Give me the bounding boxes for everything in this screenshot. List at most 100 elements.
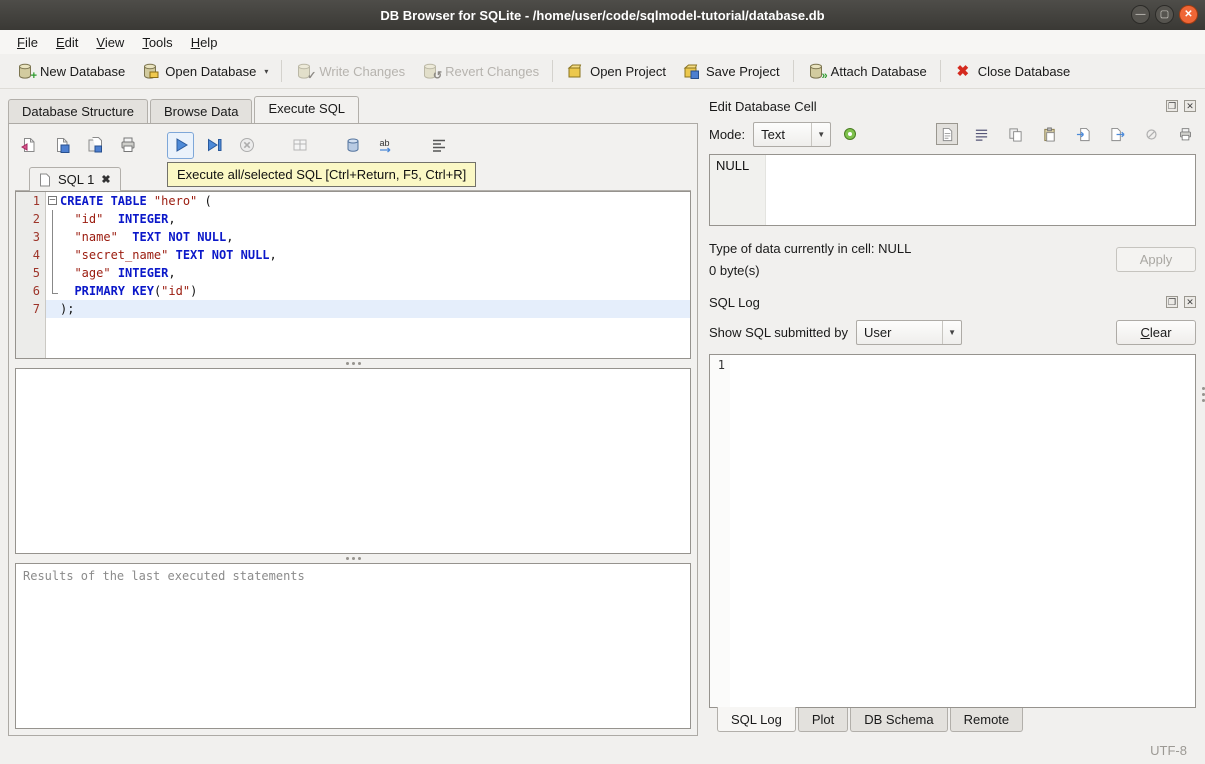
print-icon[interactable] — [114, 132, 141, 159]
copy-icon[interactable] — [1004, 123, 1026, 145]
line-number: 3 — [16, 228, 46, 246]
sql-log-filter-select[interactable]: User ▼ — [855, 319, 962, 345]
code-text: CREATE TABLE "hero" ( — [60, 194, 212, 208]
execute-sql-panel: ab Execute all/selected SQL [Ctrl+Return… — [8, 123, 698, 736]
line-number: 7 — [16, 300, 46, 318]
chevron-down-icon: ▼ — [811, 122, 830, 146]
line-number: 6 — [16, 282, 46, 300]
word-wrap-icon[interactable] — [970, 123, 992, 145]
open-project-button[interactable]: Open Project — [558, 58, 674, 84]
menu-file[interactable]: File — [8, 32, 47, 53]
revert-changes-label: Revert Changes — [445, 63, 540, 79]
mode-label: Mode: — [709, 126, 746, 142]
svg-text:ab: ab — [379, 138, 389, 148]
attach-database-button[interactable]: » Attach Database — [799, 58, 935, 84]
execute-all-icon[interactable] — [167, 131, 194, 159]
sql-tab-close-icon[interactable]: ✖ — [101, 173, 110, 186]
results-grid[interactable] — [15, 368, 691, 554]
save-project-icon — [682, 62, 700, 80]
tab-sql-log[interactable]: SQL Log — [717, 707, 796, 732]
window-controls: — ▢ ✕ — [1131, 5, 1198, 24]
editor-line[interactable]: 6 PRIMARY KEY("id") — [16, 282, 690, 300]
save-sql-file-icon[interactable] — [48, 132, 75, 159]
save-sql-file-as-icon[interactable] — [81, 132, 108, 159]
code-text: "name" TEXT NOT NULL, — [74, 230, 234, 244]
splitter-handle[interactable] — [15, 359, 691, 368]
open-sql-file-icon[interactable] — [15, 132, 42, 159]
close-database-button[interactable]: ✖ Close Database — [946, 58, 1079, 84]
editor-line[interactable]: 4 "secret_name" TEXT NOT NULL, — [16, 246, 690, 264]
find-replace-icon[interactable]: ab — [372, 132, 399, 159]
dock-close-icon[interactable]: ✕ — [1184, 100, 1196, 112]
fold-marker — [46, 210, 60, 228]
text-view-icon[interactable] — [936, 123, 958, 145]
export-icon[interactable] — [1106, 123, 1128, 145]
status-bar: UTF-8 — [0, 736, 1205, 764]
tab-db-schema[interactable]: DB Schema — [850, 708, 948, 732]
dock-float-icon[interactable]: ❐ — [1166, 100, 1178, 112]
menu-tools[interactable]: Tools — [133, 32, 181, 53]
menu-edit[interactable]: Edit — [47, 32, 87, 53]
editor-line[interactable]: 5 "age" INTEGER, — [16, 264, 690, 282]
paste-icon[interactable] — [1038, 123, 1060, 145]
code-text: PRIMARY KEY("id") — [74, 284, 198, 298]
execution-log-placeholder: Results of the last executed statements — [23, 569, 305, 583]
sql-editor-empty[interactable] — [16, 318, 690, 358]
menu-bar: File Edit View Tools Help — [0, 30, 1205, 54]
write-changes-icon: ✓ — [295, 62, 316, 82]
close-database-label: Close Database — [977, 63, 1071, 79]
close-icon[interactable]: ✕ — [1179, 5, 1198, 24]
main-area: Database Structure Browse Data Execute S… — [0, 89, 1205, 736]
maximize-icon[interactable]: ▢ — [1155, 5, 1174, 24]
menu-help[interactable]: Help — [182, 32, 227, 53]
editor-line[interactable]: 1– CREATE TABLE "hero" ( — [16, 192, 690, 210]
main-toolbar: + New Database Open Database ▾ ✓ Write C… — [0, 54, 1205, 89]
execution-log[interactable]: Results of the last executed statements — [15, 563, 691, 729]
tab-browse-data[interactable]: Browse Data — [150, 99, 253, 123]
cell-size-text: 0 byte(s) — [709, 262, 760, 278]
mode-value: Text — [761, 126, 785, 142]
sql-tab[interactable]: SQL 1 ✖ — [29, 167, 121, 191]
tab-remote[interactable]: Remote — [949, 708, 1024, 732]
sql-log-area[interactable]: 1 — [709, 354, 1196, 708]
splitter-handle[interactable] — [15, 554, 691, 563]
line-number: 1 — [16, 192, 46, 210]
toolbar-separator — [939, 60, 941, 82]
menu-view[interactable]: View — [87, 32, 133, 53]
dock-close-icon[interactable]: ✕ — [1184, 296, 1196, 308]
chevron-down-icon[interactable]: ▾ — [264, 67, 268, 76]
format-sql-icon[interactable] — [425, 132, 452, 159]
execute-line-icon[interactable] — [200, 132, 227, 159]
tab-plot[interactable]: Plot — [797, 708, 849, 732]
auto-detect-icon[interactable] — [839, 123, 861, 145]
tab-database-structure[interactable]: Database Structure — [8, 99, 149, 123]
line-number: 4 — [16, 246, 46, 264]
fold-marker[interactable]: – — [46, 192, 60, 210]
mode-select[interactable]: Text ▼ — [753, 121, 832, 147]
print-icon[interactable] — [1174, 123, 1196, 145]
cell-type-text: Type of data currently in cell: NULL — [709, 240, 912, 256]
cell-value-editor[interactable]: NULL — [709, 154, 1196, 226]
sql-editor[interactable]: 1– CREATE TABLE "hero" (2 "id" INTEGER, 3 … — [15, 191, 691, 359]
save-project-button[interactable]: Save Project — [674, 58, 788, 84]
fold-marker — [46, 228, 60, 246]
tab-execute-sql[interactable]: Execute SQL — [254, 96, 360, 123]
write-changes-button: ✓ Write Changes — [287, 58, 413, 84]
editor-line[interactable]: 2 "id" INTEGER, — [16, 210, 690, 228]
clear-button[interactable]: Clear — [1116, 319, 1196, 345]
set-null-icon — [1140, 123, 1162, 145]
sql-tab-label: SQL 1 — [58, 172, 95, 187]
open-database-button[interactable]: Open Database ▾ — [133, 58, 276, 84]
minimize-icon[interactable]: — — [1131, 5, 1150, 24]
code-text: "id" INTEGER, — [74, 212, 176, 226]
editor-line[interactable]: 3 "name" TEXT NOT NULL, — [16, 228, 690, 246]
import-icon[interactable] — [1072, 123, 1094, 145]
open-database-icon — [141, 62, 159, 80]
sql-editor-lines: 1– CREATE TABLE "hero" (2 "id" INTEGER, 3 … — [16, 192, 690, 318]
new-database-label: New Database — [40, 63, 126, 79]
editor-line[interactable]: 7); — [16, 300, 690, 318]
new-database-button[interactable]: + New Database — [8, 58, 133, 84]
encoding-indicator[interactable]: UTF-8 — [1150, 743, 1187, 758]
dock-float-icon[interactable]: ❐ — [1166, 296, 1178, 308]
database-icon[interactable] — [339, 132, 366, 159]
